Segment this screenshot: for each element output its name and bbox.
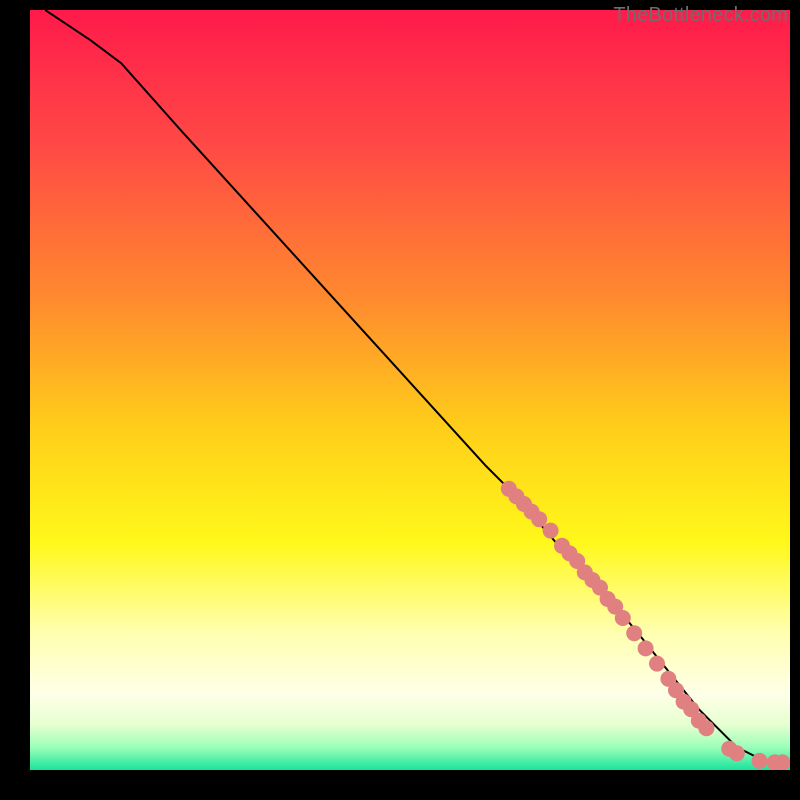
watermark-text: TheBottleneck.com	[613, 4, 788, 27]
chart-stage: TheBottleneck.com	[0, 0, 800, 800]
background-gradient	[30, 10, 790, 770]
plot-area: TheBottleneck.com	[30, 10, 790, 770]
